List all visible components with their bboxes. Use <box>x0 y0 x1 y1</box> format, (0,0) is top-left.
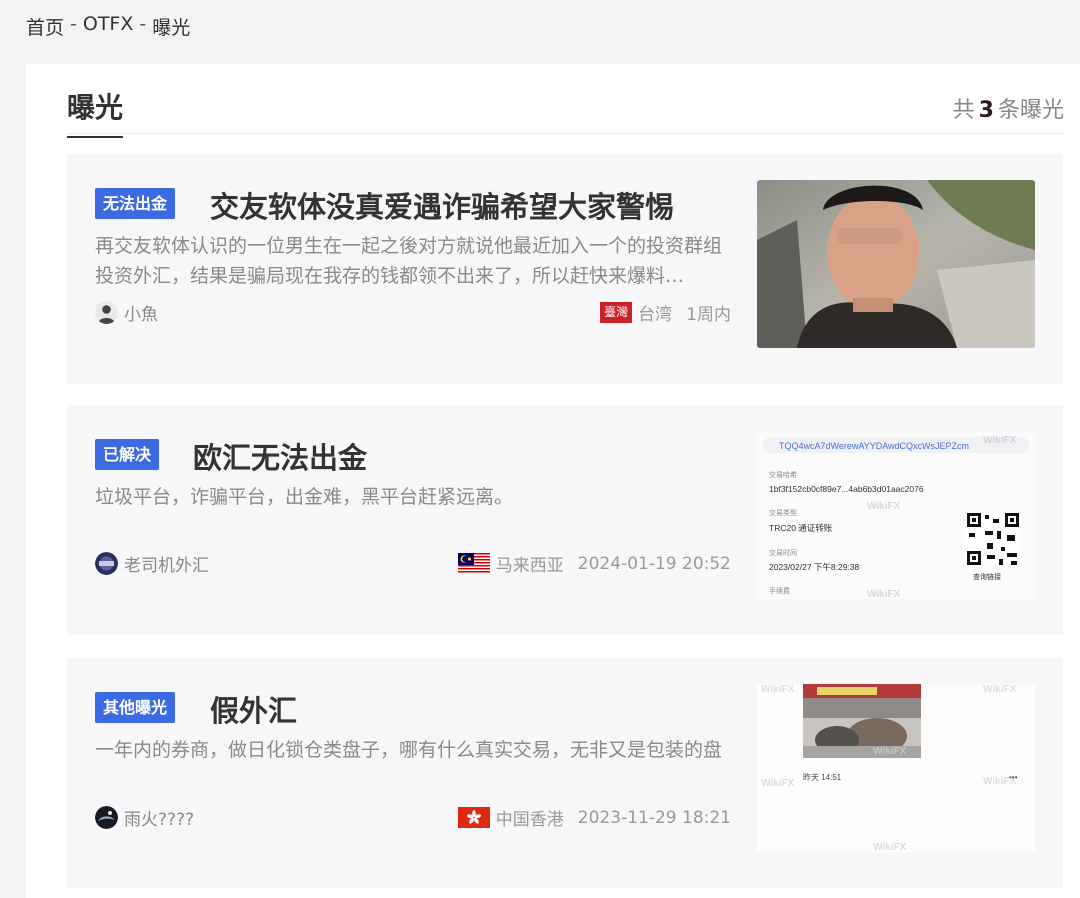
svg-text:WikiFX: WikiFX <box>873 842 907 852</box>
avatar <box>95 301 118 324</box>
exposure-card[interactable]: 已解决 欧汇无法出金 垃圾平台，诈骗平台，出金难，黑平台赶紧远离。 老司机外汇 <box>67 405 1063 635</box>
status-tag: 其他曝光 <box>95 692 176 723</box>
author[interactable]: 老司机外汇 <box>95 551 209 576</box>
hong-kong-flag-icon <box>457 807 490 828</box>
evidence-image[interactable]: 昨天 14:51 ••• WikiFX WikiFX WikiFX WikiFX… <box>757 684 1035 852</box>
region-time: 中国香港 2023-11-29 18:21 <box>457 805 731 830</box>
status-tag: 已解决 <box>95 439 160 470</box>
author[interactable]: 雨火???? <box>95 805 194 830</box>
card-title[interactable]: 交友软体没真爱遇诈骗希望大家警惕 <box>210 184 674 226</box>
type-value: TRC20 通证转账 <box>769 523 833 533</box>
exposure-card[interactable]: 无法出金 交友软体没真爱遇诈骗希望大家警惕 再交友软体认识的一位男生在一起之後对… <box>67 154 1063 384</box>
card-meta: 小魚 臺灣 台湾 1周内 <box>95 300 731 328</box>
card-description: 再交友软体认识的一位男生在一起之後对方就说他最近加入一个的投资群组投资外汇，结果… <box>95 235 723 287</box>
breadcrumb-broker[interactable]: OTFX <box>83 13 134 40</box>
region-time: 马来西亚 2024-01-19 20:52 <box>457 551 731 576</box>
region-name: 马来西亚 <box>495 556 564 576</box>
count-value: 3 <box>978 98 994 123</box>
evidence-image[interactable] <box>757 180 1035 348</box>
message-time: 昨天 14:51 <box>803 772 842 782</box>
svg-text:WikiFX: WikiFX <box>867 589 901 599</box>
section-title: 曝光 <box>67 86 124 138</box>
region-name: 中国香港 <box>495 810 564 830</box>
taiwan-flag-icon: 臺灣 <box>600 302 633 323</box>
svg-text:WikiFX: WikiFX <box>761 684 795 695</box>
exposure-card[interactable]: 其他曝光 假外汇 一年内的券商，做日化锁仓类盘子，哪有什么真实交易，无非又是包装… <box>67 658 1063 888</box>
section-header: 曝光 共 3 条曝光 <box>67 86 1064 138</box>
time-label: 交易时间 <box>769 548 797 557</box>
region-time: 臺灣 台湾 1周内 <box>600 300 731 325</box>
card-title[interactable]: 欧汇无法出金 <box>193 435 367 477</box>
qr-code-icon <box>965 511 1021 567</box>
exposure-panel: 曝光 共 3 条曝光 无法出金 交友软体没真爱遇诈骗希望大家警惕 再交友软体认识的一… <box>26 64 1080 898</box>
exposure-count: 共 3 条曝光 <box>953 92 1064 124</box>
count-suffix: 条曝光 <box>997 98 1064 123</box>
post-time: 2024-01-19 20:52 <box>577 553 731 574</box>
card-title[interactable]: 假外汇 <box>210 688 297 730</box>
qr-caption: 查询链接 <box>973 572 1001 581</box>
wallet-address: TQQ4wcA7dWerewAYYDAwdCQxcWsJEPZcm <box>779 441 969 451</box>
region-name: 台湾 <box>638 305 673 325</box>
card-meta: 老司机外汇 马来西亚 2024-01-19 20:52 <box>95 551 731 579</box>
time-value: 2023/02/27 下午8:29:38 <box>769 562 860 572</box>
post-time: 2023-11-29 18:21 <box>577 807 731 828</box>
breadcrumb-current: 曝光 <box>152 17 191 39</box>
malaysia-flag-icon <box>457 553 490 574</box>
breadcrumb-home[interactable]: 首页 <box>26 13 64 40</box>
svg-text:WikiFX: WikiFX <box>983 776 1017 787</box>
hash-label: 交易哈希 <box>769 470 797 479</box>
status-tag: 无法出金 <box>95 188 176 219</box>
card-meta: 雨火???? 中国香港 2023-11-29 18:21 <box>95 805 731 833</box>
avatar <box>95 552 118 575</box>
type-label: 交易类型 <box>769 508 797 517</box>
fee-label: 手续费 <box>769 586 790 595</box>
post-time: 1周内 <box>686 305 731 325</box>
avatar <box>95 806 118 829</box>
breadcrumb-separator: - <box>139 13 147 35</box>
author[interactable]: 小魚 <box>95 300 158 325</box>
svg-text:WikiFX: WikiFX <box>873 746 907 757</box>
card-description: 一年内的券商，做日化锁仓类盘子，哪有什么真实交易，无非又是包装的盘 <box>95 739 723 761</box>
evidence-image[interactable]: TQQ4wcA7dWerewAYYDAwdCQxcWsJEPZcm 交易哈希 1… <box>757 431 1035 599</box>
svg-text:WikiFX: WikiFX <box>761 778 795 789</box>
breadcrumb-separator: - <box>70 13 77 35</box>
card-description: 垃圾平台，诈骗平台，出金难，黑平台赶紧远离。 <box>95 486 514 508</box>
hash-value: 1bf3f152cb0cf89e7...4ab6b3d01aac2076 <box>769 484 924 494</box>
author-name: 老司机外汇 <box>124 556 209 576</box>
author-name: 雨火???? <box>124 810 195 830</box>
count-prefix: 共 <box>952 98 975 123</box>
svg-text:WikiFX: WikiFX <box>983 435 1017 446</box>
svg-text:WikiFX: WikiFX <box>983 684 1017 695</box>
breadcrumb: 首页 - OTFX - 曝光 <box>26 13 190 40</box>
author-name: 小魚 <box>124 305 158 325</box>
svg-text:WikiFX: WikiFX <box>867 501 901 512</box>
